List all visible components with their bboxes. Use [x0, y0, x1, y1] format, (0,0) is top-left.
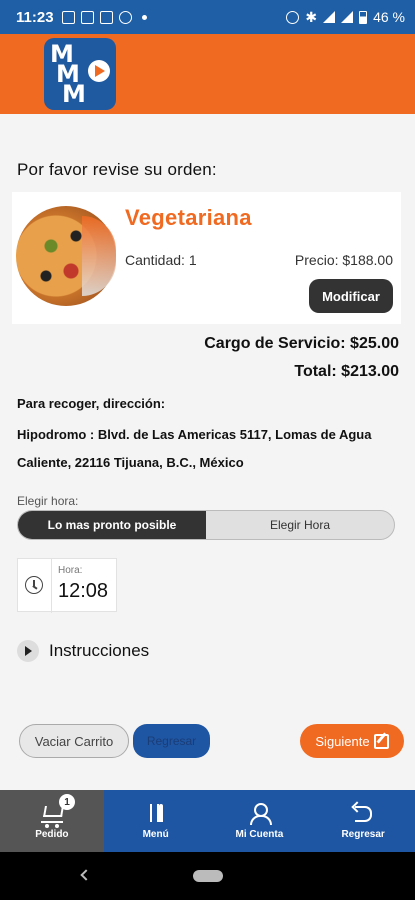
nav-item-pedido[interactable]: 1 Pedido — [0, 790, 104, 852]
status-time: 11:23 — [16, 8, 54, 26]
time-choice-toggle: Lo mas pronto posible Elegir Hora — [17, 510, 395, 540]
item-name: Vegetariana — [125, 205, 252, 230]
pickup-address: Hipodromo : Blvd. de Las Americas 5117, … — [17, 427, 372, 470]
alarm-clock-icon — [286, 10, 300, 24]
back-arrow-icon — [352, 803, 374, 823]
system-nav-bar — [0, 852, 415, 900]
system-back-icon[interactable] — [80, 869, 92, 881]
wifi-icon — [323, 11, 336, 23]
battery-icon — [359, 10, 368, 24]
news-icon — [80, 10, 94, 24]
page-title: Por favor revise su orden: — [17, 160, 217, 179]
nav-label-mi-cuenta: Mi Cuenta — [235, 828, 284, 840]
bluetooth-icon: ✱ — [305, 8, 318, 25]
more-dot-icon — [141, 14, 147, 20]
nav-item-menu[interactable]: Menú — [104, 790, 208, 852]
order-item-card: Vegetariana Cantidad: 1 Precio: $188.00 … — [12, 192, 401, 324]
nav-label-regresar: Regresar — [341, 828, 385, 840]
image-icon — [61, 10, 75, 24]
app-logo[interactable]: M M M — [44, 38, 116, 110]
time-picker[interactable]: Hora: 12:08 — [17, 558, 117, 613]
nav-label-menu: Menú — [142, 828, 169, 840]
status-bar: 11:23 ✱ 46 % — [0, 0, 415, 34]
hora-value: 12:08 — [58, 580, 109, 602]
play-icon — [88, 60, 110, 82]
cart-badge: 1 — [59, 794, 75, 810]
option-asap[interactable]: Lo mas pronto posible — [18, 511, 206, 539]
signal-icon — [341, 11, 354, 23]
back-button[interactable]: Regresar — [133, 724, 210, 758]
nav-item-mi-cuenta[interactable]: Mi Cuenta — [208, 790, 312, 852]
battery-percent: 46 % — [373, 9, 405, 25]
modify-button[interactable]: Modificar — [309, 279, 393, 313]
fork-knife-icon — [145, 803, 167, 823]
divider — [51, 559, 52, 613]
app-header: M M M — [0, 34, 415, 114]
option-choose-time[interactable]: Elegir Hora — [206, 511, 394, 539]
system-home-icon[interactable] — [193, 870, 223, 882]
notification-icons — [61, 10, 147, 24]
service-fee: Cargo de Servicio: $25.00 — [204, 335, 399, 352]
hora-label: Hora: — [58, 565, 83, 576]
edit-icon — [373, 733, 389, 749]
clock-icon — [25, 576, 43, 594]
nav-label-pedido: Pedido — [35, 828, 69, 840]
next-button[interactable]: Siguiente — [300, 724, 404, 758]
logo-letter-icon: M — [62, 80, 86, 108]
time-choice-label: Elegir hora: — [17, 494, 79, 508]
clear-cart-button[interactable]: Vaciar Carrito — [19, 724, 129, 758]
pickup-label: Para recoger, dirección: — [17, 396, 166, 411]
item-price: Precio: $188.00 — [294, 252, 393, 268]
order-total: Total: $213.00 — [294, 363, 399, 380]
pizza-image — [16, 206, 116, 306]
nav-item-regresar[interactable]: Regresar — [311, 790, 415, 852]
user-icon — [248, 802, 273, 825]
facebook-icon — [99, 10, 113, 24]
bottom-nav: 1 Pedido Menú Mi Cuenta Regresar — [0, 790, 415, 852]
item-quantity: Cantidad: 1 — [125, 252, 197, 268]
status-right: ✱ 46 % — [286, 9, 405, 26]
next-button-label: Siguiente — [315, 733, 370, 749]
expand-instructions-icon[interactable] — [17, 640, 39, 662]
alarm-icon — [118, 10, 132, 24]
instructions-label[interactable]: Instrucciones — [49, 641, 149, 661]
